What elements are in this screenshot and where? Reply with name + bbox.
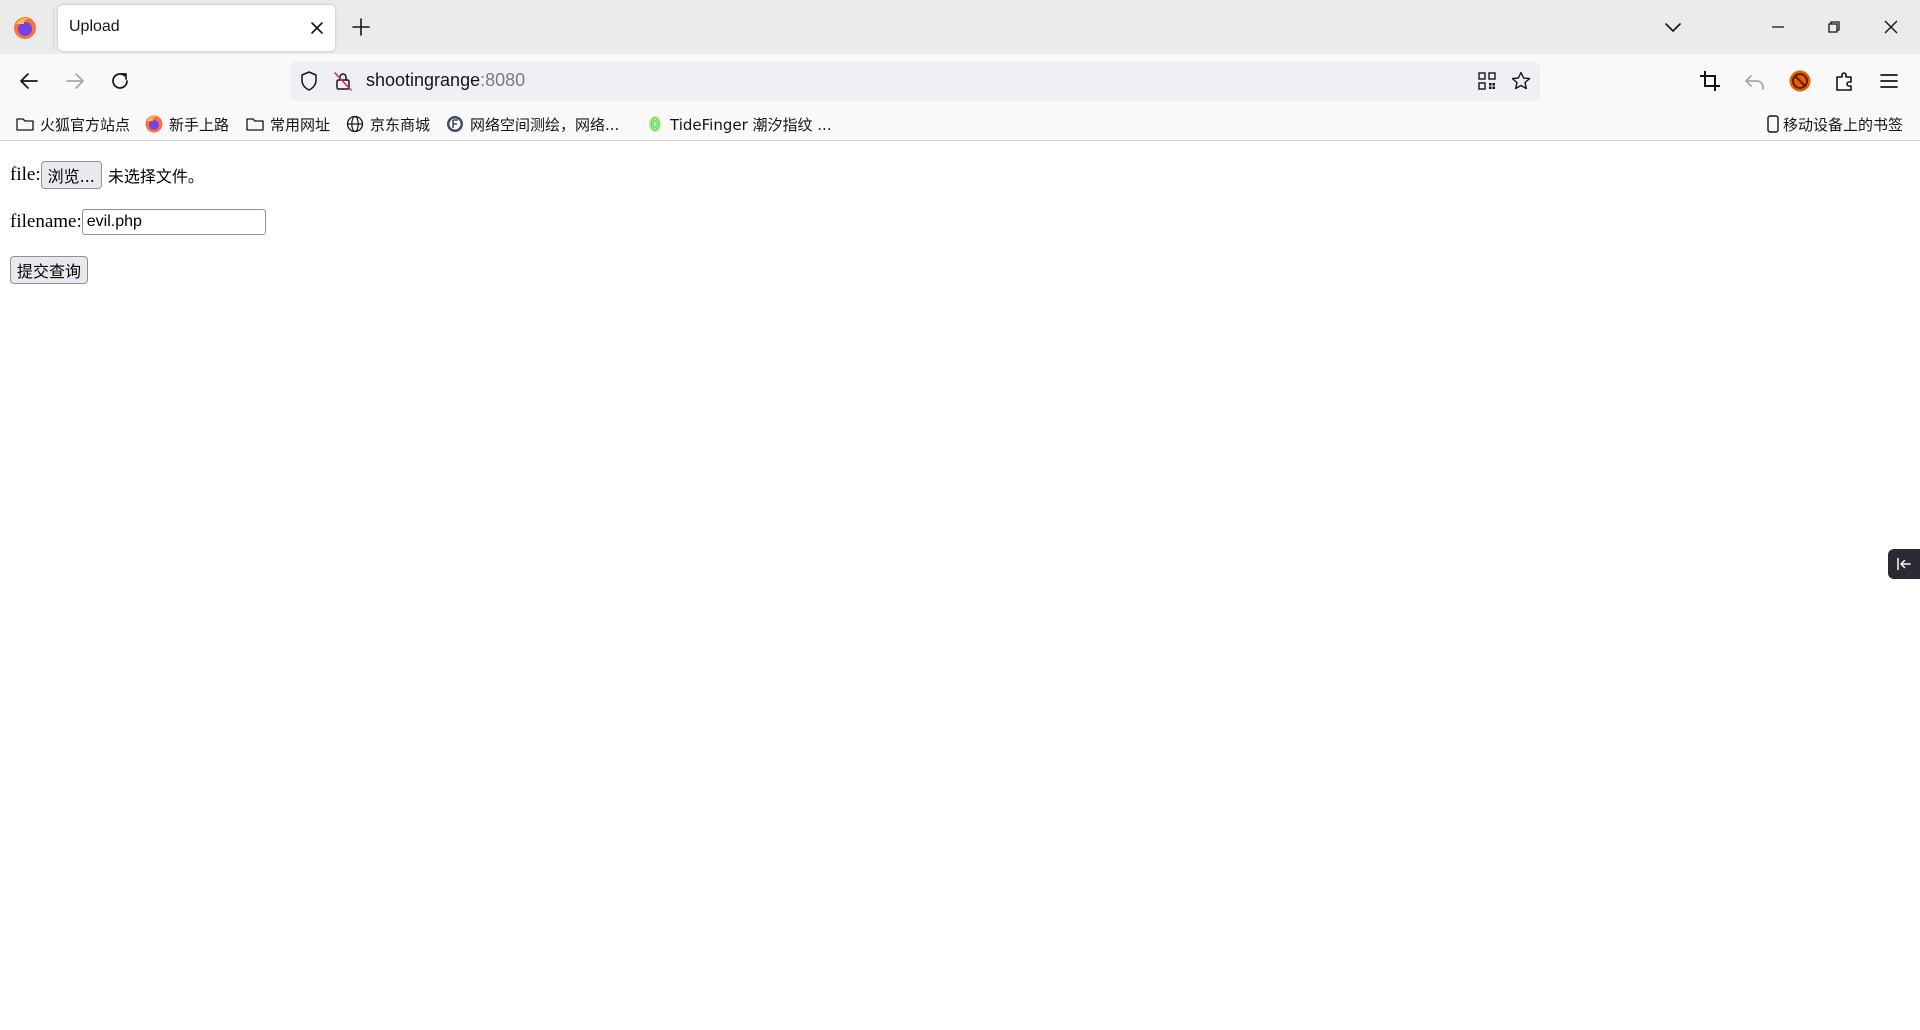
- folder-icon: [246, 118, 264, 131]
- folder-icon: [16, 118, 34, 131]
- back-arrow-icon[interactable]: [16, 68, 42, 94]
- file-label: file:: [10, 164, 41, 185]
- browse-button[interactable]: 浏览...: [40, 161, 102, 189]
- filename-row: filename: evil.php: [10, 209, 266, 235]
- mobile-bookmarks-label: 移动设备上的书签: [1783, 115, 1904, 134]
- restore-icon[interactable]: [1820, 13, 1848, 41]
- bookmark-item[interactable]: 京东商城: [345, 112, 430, 136]
- plus-icon[interactable]: [350, 16, 372, 38]
- url-port: :8080: [480, 70, 526, 90]
- bookmarks-toolbar: 火狐官方站点 新手上路 常用网址 京东商城 网络空间测绘，网络... TideF…: [0, 108, 1920, 141]
- page-content: file: 浏览... 未选择文件。 filename: evil.php 提交…: [0, 141, 1920, 1030]
- firefox-icon: [145, 115, 163, 133]
- mobile-bookmarks[interactable]: 移动设备上的书签: [1765, 112, 1903, 136]
- url-text[interactable]: shootingrange:8080: [366, 70, 525, 91]
- puzzle-icon[interactable]: [1832, 68, 1858, 94]
- file-row: file: 浏览... 未选择文件。: [10, 161, 204, 189]
- hamburger-menu-icon[interactable]: [1876, 68, 1902, 94]
- bookmark-label: 常用网址: [270, 115, 331, 134]
- star-icon[interactable]: [1510, 70, 1532, 92]
- bookmark-item[interactable]: 网络空间测绘，网络...: [445, 112, 619, 136]
- close-window-icon[interactable]: [1877, 13, 1905, 41]
- tab-upload[interactable]: Upload: [58, 5, 335, 51]
- reload-icon[interactable]: [107, 68, 133, 94]
- url-bar[interactable]: shootingrange:8080: [290, 61, 1540, 101]
- bookmark-label: TideFinger 潮汐指纹 ...: [670, 115, 832, 134]
- tab-strip: Upload: [0, 0, 1920, 54]
- forward-arrow-icon[interactable]: [62, 68, 88, 94]
- fingerprint-icon: [649, 116, 661, 132]
- navigation-bar: shootingrange:8080: [0, 54, 1920, 108]
- sidebar-collapse-icon: [1897, 558, 1911, 570]
- extension-badge-icon[interactable]: [1787, 68, 1813, 94]
- bookmark-item[interactable]: TideFinger 潮汐指纹 ...: [645, 112, 832, 136]
- bookmark-item[interactable]: 常用网址: [245, 112, 330, 136]
- filename-input[interactable]: evil.php: [81, 209, 266, 235]
- bookmark-label: 火狐官方站点: [40, 115, 131, 134]
- globe-icon: [346, 115, 364, 133]
- bookmark-label: 新手上路: [169, 115, 230, 134]
- minimize-icon[interactable]: [1764, 13, 1792, 41]
- tab-title: Upload: [69, 18, 120, 35]
- crop-icon[interactable]: [1697, 68, 1723, 94]
- submit-button[interactable]: 提交查询: [10, 256, 89, 284]
- chevron-down-icon[interactable]: [1662, 16, 1684, 38]
- bookmark-item[interactable]: 火狐官方站点: [15, 112, 130, 136]
- submit-row: 提交查询: [10, 256, 89, 284]
- sidebar-toggle-button[interactable]: [1888, 549, 1920, 579]
- bookmark-item[interactable]: 新手上路: [144, 112, 229, 136]
- filename-label: filename:: [10, 211, 82, 232]
- url-host: shootingrange: [366, 70, 481, 90]
- mobile-icon: [1767, 115, 1779, 133]
- close-icon[interactable]: [308, 19, 326, 37]
- fofa-icon: [447, 116, 463, 132]
- qr-code-icon[interactable]: [1476, 70, 1498, 92]
- no-file-selected-text: 未选择文件。: [107, 167, 204, 186]
- lock-slash-icon[interactable]: [332, 70, 354, 92]
- undo-icon[interactable]: [1742, 68, 1768, 94]
- shield-icon[interactable]: [298, 70, 320, 92]
- firefox-icon: [14, 17, 36, 39]
- bookmark-label: 京东商城: [370, 115, 431, 134]
- bookmark-label: 网络空间测绘，网络...: [470, 115, 620, 134]
- strip-separator: [53, 6, 54, 50]
